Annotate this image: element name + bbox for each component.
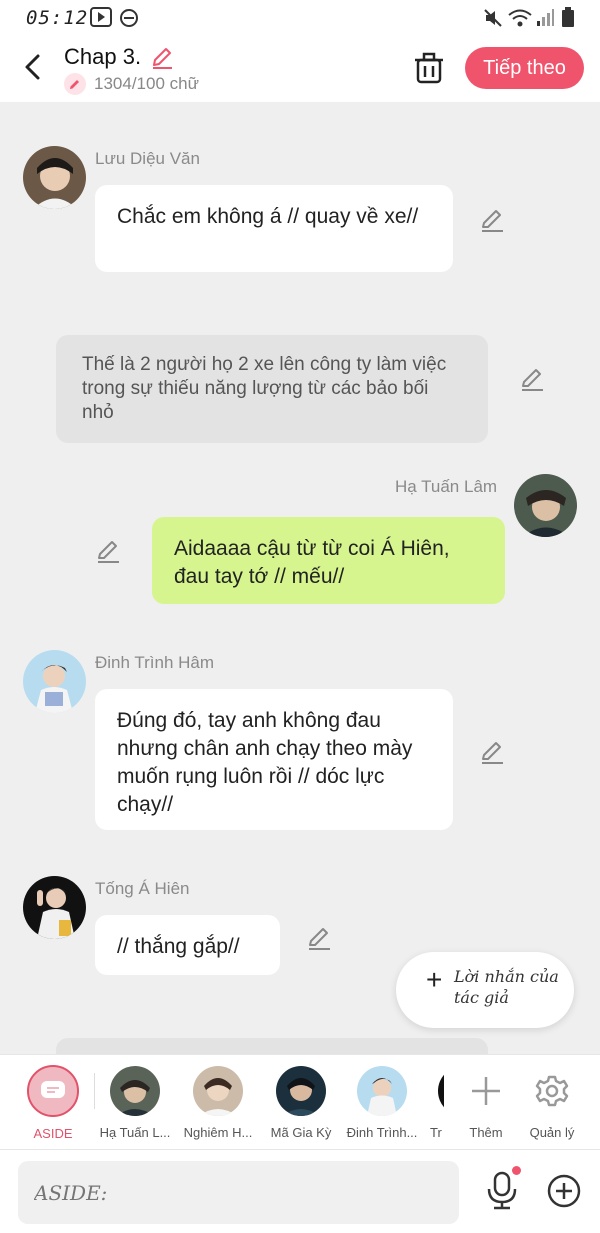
avatar xyxy=(110,1066,160,1116)
author-note-label: Lời nhắn của tác giả xyxy=(454,967,559,1007)
microphone-icon[interactable] xyxy=(484,1170,520,1210)
manage-button[interactable]: Quản lý xyxy=(512,1063,592,1140)
message-bubble[interactable]: // thắng gắp// xyxy=(95,915,280,975)
avatar[interactable] xyxy=(23,146,86,209)
avatar[interactable] xyxy=(23,650,86,713)
mute-icon xyxy=(484,9,502,27)
character-item[interactable]: Nghiêm H... xyxy=(176,1063,260,1140)
signal-icon xyxy=(537,9,554,26)
sender-name: Đinh Trình Hâm xyxy=(95,653,215,672)
wifi-icon xyxy=(508,9,532,27)
sender-name: Hạ Tuấn Lâm xyxy=(395,477,498,496)
status-bar: 05:12 xyxy=(0,0,600,36)
edit-message-icon[interactable] xyxy=(479,739,505,765)
input-bar xyxy=(0,1149,600,1233)
edit-message-icon[interactable] xyxy=(479,207,505,233)
character-name: Tr xyxy=(430,1125,442,1140)
plus-icon xyxy=(472,1077,500,1105)
notification-dot xyxy=(512,1166,521,1175)
character-name: Nghiêm H... xyxy=(183,1125,253,1140)
edit-title-icon[interactable] xyxy=(150,45,174,69)
author-note-button[interactable]: + Lời nhắn của tác giả xyxy=(396,952,574,1028)
chapter-title: Chap 3. xyxy=(64,44,142,69)
character-item[interactable]: Hạ Tuấn L... xyxy=(93,1063,177,1140)
chat-area[interactable]: Lưu Diệu Văn Chắc em không á // quay về … xyxy=(0,102,600,1054)
character-item[interactable]: Tr xyxy=(424,1063,444,1140)
edit-message-icon[interactable] xyxy=(519,366,545,392)
plus-icon: + xyxy=(426,964,443,995)
next-chapter-button[interactable]: Tiếp theo xyxy=(465,47,584,89)
character-name: Mã Gia Kỳ xyxy=(270,1125,332,1140)
avatar xyxy=(193,1066,243,1116)
avatar[interactable] xyxy=(23,876,86,939)
character-item[interactable]: Đinh Trình... xyxy=(340,1063,424,1140)
character-item[interactable]: Mã Gia Kỳ xyxy=(259,1063,343,1140)
message-bubble[interactable]: Chắc em không á // quay về xe// xyxy=(95,185,453,272)
sender-name: Tống Á Hiên xyxy=(95,879,190,898)
status-time: 05:12 xyxy=(26,7,89,29)
do-not-disturb-icon xyxy=(120,9,138,27)
gear-icon xyxy=(535,1075,569,1107)
character-name: Đinh Trình... xyxy=(346,1125,418,1140)
video-app-icon xyxy=(90,7,112,27)
manage-label: Quản lý xyxy=(529,1125,575,1140)
word-count-text: 1304/100 chữ xyxy=(94,74,199,93)
character-name: Hạ Tuấn L... xyxy=(99,1125,171,1140)
message-input[interactable] xyxy=(18,1161,459,1224)
word-count: 1304/100 chữ xyxy=(64,73,199,95)
narration-bubble[interactable] xyxy=(56,1038,488,1054)
character-name: ASIDE xyxy=(33,1126,73,1141)
aside-icon xyxy=(27,1065,79,1117)
character-aside[interactable]: ASIDE xyxy=(11,1063,95,1141)
back-button[interactable] xyxy=(18,52,48,82)
avatar xyxy=(438,1066,444,1116)
message-bubble[interactable]: Đúng đó, tay anh không đau nhưng chân an… xyxy=(95,689,453,830)
chapter-header: Chap 3. 1304/100 chữ Tiếp theo xyxy=(0,36,600,102)
pencil-badge-icon xyxy=(64,73,86,95)
edit-message-icon[interactable] xyxy=(95,538,121,564)
avatar[interactable] xyxy=(514,474,577,537)
delete-button[interactable] xyxy=(414,52,444,84)
character-bar: ASIDE Hạ Tuấn L... Nghiêm H... Mã Gia Kỳ… xyxy=(0,1054,600,1149)
narration-bubble[interactable]: Thế là 2 người họ 2 xe lên công ty làm v… xyxy=(56,335,488,443)
avatar xyxy=(357,1066,407,1116)
add-attachment-icon[interactable] xyxy=(546,1173,582,1209)
avatar xyxy=(276,1066,326,1116)
message-bubble[interactable]: Aidaaaa cậu từ từ coi Á Hiên, đau tay tớ… xyxy=(152,517,505,604)
edit-message-icon[interactable] xyxy=(306,925,332,951)
sender-name: Lưu Diệu Văn xyxy=(95,149,200,168)
battery-icon xyxy=(562,7,574,27)
